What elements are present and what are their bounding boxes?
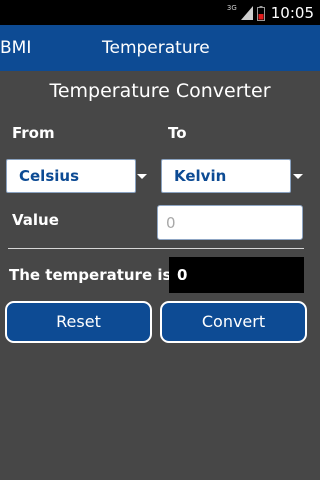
to-unit-select[interactable]: Kelvin [161, 159, 291, 193]
from-unit-select[interactable]: Celsius [6, 159, 136, 193]
value-label: Value [12, 211, 59, 229]
to-label: To [168, 124, 187, 142]
to-unit-value: Kelvin [174, 167, 227, 185]
status-bar: 3G 10:05 [0, 0, 320, 25]
tab-temperature[interactable]: Temperature [102, 25, 210, 71]
status-icons: 3G 10:05 [227, 3, 314, 23]
divider [8, 248, 304, 249]
tab-bar: BMI Temperature [0, 25, 320, 71]
dropdown-arrow-icon[interactable] [293, 174, 303, 179]
battery-low-icon [256, 5, 265, 21]
tab-bmi[interactable]: BMI [0, 25, 31, 71]
value-input[interactable] [157, 205, 303, 240]
page-title: Temperature Converter [49, 80, 271, 102]
convert-button[interactable]: Convert [160, 301, 307, 343]
from-unit-value: Celsius [19, 167, 79, 185]
result-output: 0 [169, 257, 304, 293]
clock: 10:05 [270, 4, 314, 22]
reset-button[interactable]: Reset [5, 301, 152, 343]
signal-bars-icon [240, 6, 253, 20]
result-label: The temperature is [9, 266, 172, 284]
from-label: From [12, 124, 55, 142]
dropdown-arrow-icon[interactable] [137, 174, 147, 179]
network-type-label: 3G [226, 4, 237, 12]
